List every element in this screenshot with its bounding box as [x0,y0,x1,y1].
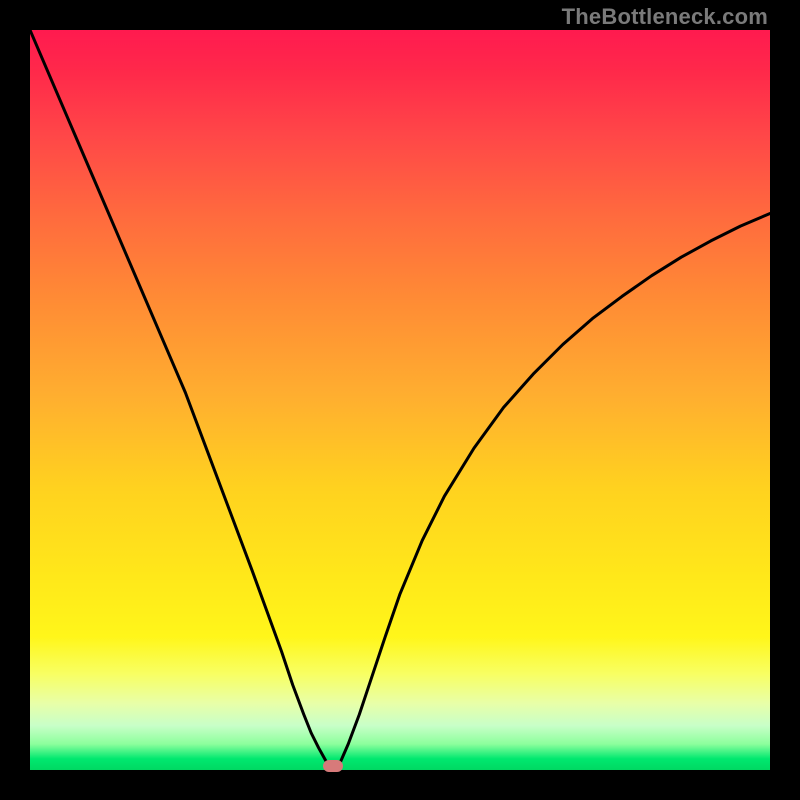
plot-area [30,30,770,770]
watermark-text: TheBottleneck.com [562,4,768,30]
optimum-marker [323,760,343,772]
chart-frame: TheBottleneck.com [0,0,800,800]
bottleneck-curve [30,30,770,770]
